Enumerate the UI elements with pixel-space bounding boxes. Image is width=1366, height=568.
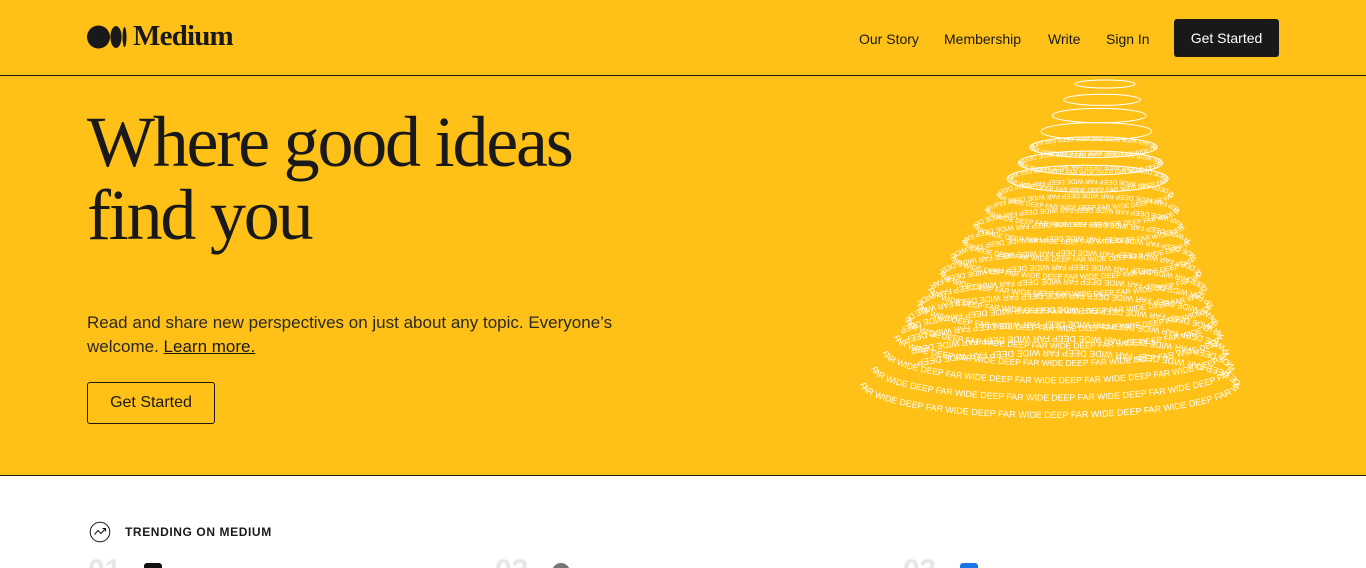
trending-rank-1: 01 [88, 556, 121, 568]
trending-up-icon [89, 521, 111, 543]
headline-line-2: find you [87, 175, 314, 255]
cone-ring-words-5: FAR WIDE DEEP FAR WIDE DEEP FAR WIDE DEE… [850, 76, 1159, 159]
top-navigation-bar: Medium Our Story Membership Write Sign I… [0, 0, 1366, 76]
header-get-started-button[interactable]: Get Started [1174, 19, 1279, 57]
cone-ring-2 [1063, 93, 1142, 106]
learn-more-link[interactable]: Learn more. [164, 337, 256, 356]
trending-rank-2: 02 [495, 556, 528, 568]
trending-avatar-1[interactable] [144, 563, 162, 568]
trending-avatar-2[interactable] [552, 563, 570, 568]
cone-ring-1 [1074, 79, 1136, 89]
hero-headline: Where good ideas find you [87, 106, 727, 252]
trending-label: TRENDING ON MEDIUM [125, 525, 272, 539]
nav-membership[interactable]: Membership [944, 31, 1021, 47]
nav-sign-in[interactable]: Sign In [1106, 31, 1150, 47]
medium-logo[interactable]: Medium [87, 20, 234, 52]
hero-section: Medium Our Story Membership Write Sign I… [0, 0, 1366, 476]
headline-line-1: Where good ideas [87, 102, 574, 182]
nav-our-story[interactable]: Our Story [859, 31, 919, 47]
hero-word-cone-illustration: FAR WIDE DEEP FAR WIDE DEEP FAR WIDE DEE… [850, 76, 1242, 420]
trending-rank-3: 03 [903, 556, 936, 568]
hero-get-started-button[interactable]: Get Started [87, 382, 215, 424]
brand-name: Medium [133, 20, 234, 52]
hero-subtext: Read and share new perspectives on just … [87, 311, 647, 359]
cone-ring-words-7: FAR WIDE DEEP FAR WIDE DEEP FAR WIDE DEE… [850, 76, 1170, 194]
cone-ring-3 [1051, 107, 1147, 124]
cone-ring-words-6: FAR WIDE DEEP FAR WIDE DEEP FAR WIDE DEE… [850, 76, 1165, 177]
trending-avatar-3[interactable] [960, 563, 978, 568]
trending-header: TRENDING ON MEDIUM [89, 521, 272, 543]
medium-logo-icon [87, 25, 127, 48]
nav-write[interactable]: Write [1048, 31, 1080, 47]
